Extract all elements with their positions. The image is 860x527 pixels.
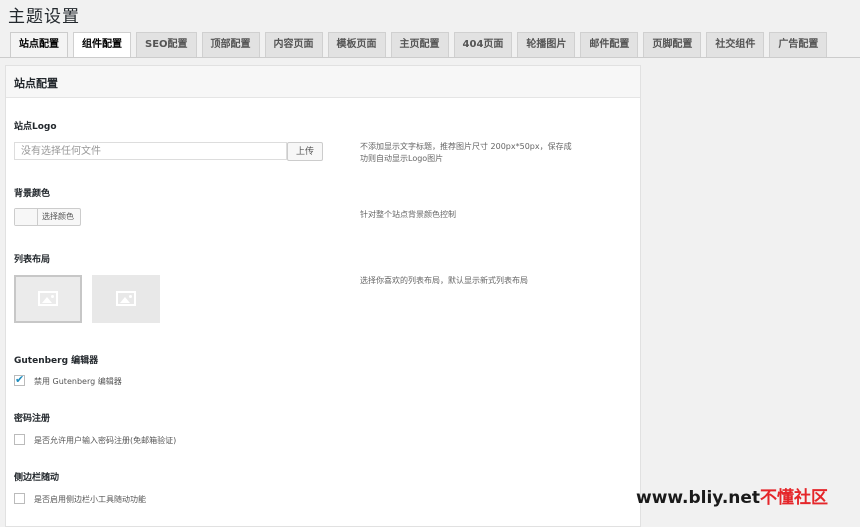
tab-ads-config[interactable]: 广告配置 (769, 32, 828, 57)
tab-home-config[interactable]: 主页配置 (390, 32, 449, 57)
bg-color-label: 背景颜色 (14, 189, 51, 199)
panel-title: 站点配置 (14, 77, 58, 90)
image-icon (116, 291, 136, 306)
page-title: 主题设置 (8, 7, 80, 27)
panel-header (6, 66, 640, 98)
settings-tabs: 站点配置 组件配置 SEO配置 顶部配置 内容页面 模板页面 主页配置 404页… (10, 32, 832, 58)
upload-button[interactable]: 上传 (287, 142, 323, 161)
logo-file-input[interactable]: 没有选择任何文件 (14, 142, 287, 160)
color-swatch (15, 209, 38, 225)
sidebar-follow-checkbox[interactable] (14, 493, 25, 504)
password-reg-label: 密码注册 (14, 414, 51, 424)
tab-template-page[interactable]: 模板页面 (327, 32, 386, 57)
color-picker-button[interactable]: 选择颜色 (14, 208, 81, 226)
tab-mail-config[interactable]: 邮件配置 (580, 32, 639, 57)
gutenberg-option-label: 禁用 Gutenberg 编辑器 (34, 377, 122, 386)
tab-site-config[interactable]: 站点配置 (10, 32, 68, 58)
layout-option-2[interactable] (92, 275, 160, 323)
list-layout-description: 选择你喜欢的列表布局，默认显示新式列表布局 (360, 276, 528, 285)
gutenberg-checkbox[interactable]: ✔ (14, 373, 25, 386)
logo-label: 站点Logo (14, 122, 57, 132)
sidebar-follow-label: 侧边栏随动 (14, 473, 60, 483)
tab-footer-config[interactable]: 页脚配置 (643, 32, 702, 57)
tab-component-config[interactable]: 组件配置 (73, 32, 131, 58)
sidebar-follow-option-label: 是否启用侧边栏小工具随动功能 (34, 495, 146, 504)
tab-seo-config[interactable]: SEO配置 (136, 32, 197, 57)
bg-color-description: 针对整个站点背景颜色控制 (360, 210, 456, 219)
logo-description: 不添加显示文字标题，推荐图片尺寸 200px*50px，保存成 功则自动显示Lo… (360, 142, 572, 163)
color-picker-label: 选择颜色 (42, 212, 74, 221)
password-reg-option-label: 是否允许用户输入密码注册(免邮箱验证) (34, 436, 177, 445)
checkmark-icon: ✔ (15, 373, 25, 386)
tab-carousel[interactable]: 轮播图片 (517, 32, 576, 57)
password-reg-checkbox[interactable] (14, 434, 25, 445)
layout-option-1[interactable] (14, 275, 82, 323)
gutenberg-label: Gutenberg 编辑器 (14, 356, 99, 366)
list-layout-label: 列表布局 (14, 255, 51, 265)
tab-social[interactable]: 社交组件 (706, 32, 765, 57)
tab-header-config[interactable]: 顶部配置 (201, 32, 260, 57)
tab-404-page[interactable]: 404页面 (453, 32, 513, 57)
tabs-divider (0, 57, 860, 58)
image-icon (38, 291, 58, 306)
settings-panel: 站点配置 站点Logo 没有选择任何文件 上传 不添加显示文字标题，推荐图片尺寸… (5, 65, 641, 527)
tab-content-page[interactable]: 内容页面 (264, 32, 323, 57)
watermark: www.bliy.net不懂社区 (636, 488, 829, 508)
